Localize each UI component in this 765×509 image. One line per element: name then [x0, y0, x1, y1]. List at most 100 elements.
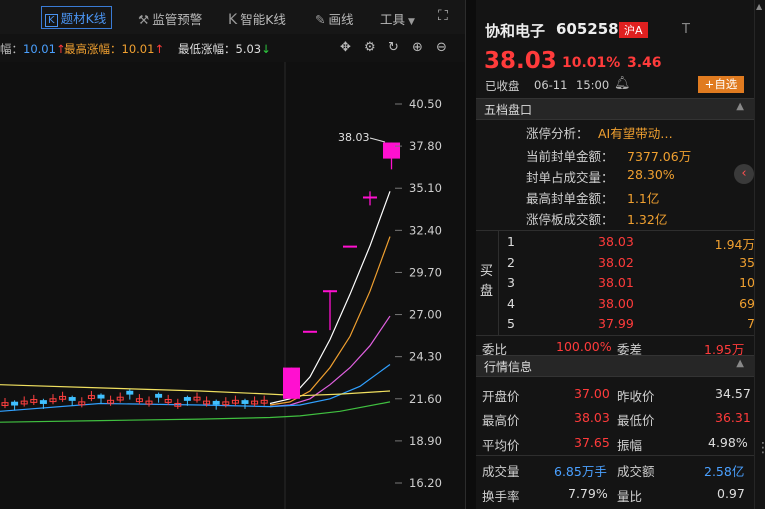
move-icon[interactable]: ✥: [340, 40, 351, 55]
collapse-icon[interactable]: ▲: [736, 101, 744, 112]
kline-chart[interactable]: 40.50 37.80 35.10 32.40 29.70 27.00 24.30 21.60…: [0, 62, 465, 509]
stock-price: 38.03: [484, 48, 557, 74]
ma-line: [0, 364, 391, 412]
y-axis-ticks: 40.50 37.80 35.10 32.40 29.70 27.00 24.30 21.60…: [395, 97, 442, 490]
history-candle: [212, 400, 220, 405]
quote-date: 06-11: [534, 78, 568, 92]
y-tick-label: 35.10: [409, 181, 442, 195]
volume-ratio-value: 0.97: [717, 486, 745, 501]
y-tick-label: 40.50: [409, 97, 442, 111]
last-price-pointer: [369, 137, 386, 143]
history-candle: [126, 390, 134, 395]
hammer-icon: ⚒: [138, 12, 150, 27]
y-tick-label: 24.30: [409, 350, 442, 364]
seal-ratio-label: 封单占成交量：: [526, 170, 614, 185]
tools-menu[interactable]: 工具 ▼: [380, 9, 418, 28]
stat-lowest-label: 最低涨幅：: [178, 42, 236, 56]
k-icon: K: [45, 14, 58, 27]
stock-code: 605258: [556, 20, 619, 38]
bell-icon[interactable]: 🔔︎: [614, 76, 631, 91]
turnover-rate-label: 换手率: [482, 489, 520, 504]
history-candle: [241, 400, 249, 404]
open-value: 37.00: [574, 386, 610, 401]
buy-level: 2: [507, 254, 515, 270]
low-label: 最低价: [617, 413, 655, 428]
avg-label: 平均价: [482, 438, 520, 453]
y-tick-label: 18.90: [409, 434, 442, 448]
y-tick-label: 29.70: [409, 265, 442, 279]
add-watchlist-label: 自选: [714, 77, 738, 91]
candle-body: [323, 290, 337, 293]
add-watchlist-button[interactable]: +自选: [698, 76, 744, 93]
buy-side-label: 买盘: [480, 264, 494, 299]
buy-price: 38.00: [598, 295, 634, 311]
down-arrow-icon: ↓: [261, 42, 271, 56]
chart-toolbar: K 题材K线 ⚒ 监管预警 K 智能K线 ✎ 画线 工具 ▼ ⛶: [0, 0, 465, 35]
stat-lowest-value: 5.03: [235, 42, 262, 56]
avg-value: 37.65: [574, 435, 610, 450]
tools-label: 工具: [380, 12, 406, 27]
up-arrow-icon: ↑: [154, 42, 165, 56]
quote-panel: 协和电子 605258 沪A T 38.03 10.01% 3.46 已收盘 0…: [476, 0, 765, 509]
topic-kline-button[interactable]: K 题材K线: [41, 6, 113, 29]
weibi-value: 100.00%: [556, 339, 612, 354]
smart-kline-label: 智能K线: [240, 12, 286, 27]
y-tick-label: 32.40: [409, 223, 442, 237]
ma-lines: [0, 191, 391, 423]
seal-ratio-value: 28.30%: [627, 167, 675, 182]
topic-kline-label: 题材K线: [60, 11, 107, 26]
limit-turnover-value: 1.32亿: [627, 212, 668, 227]
candle-body: [363, 196, 377, 199]
buy-volume: 1.94万: [714, 237, 755, 252]
draw-line-button[interactable]: ✎ 画线: [315, 9, 354, 28]
collapse-icon[interactable]: ▲: [736, 358, 744, 369]
gear-icon[interactable]: ⚙: [364, 40, 376, 55]
candle-body: [303, 330, 317, 333]
collapse-left-icon[interactable]: ‹: [734, 164, 754, 184]
fullscreen-icon[interactable]: ⛶: [438, 8, 448, 24]
k-icon: K: [228, 12, 238, 28]
history-candle: [68, 397, 76, 401]
history-candle: [97, 394, 105, 399]
smart-kline-button[interactable]: K 智能K线: [228, 9, 286, 28]
prev-close-value: 34.57: [715, 386, 751, 401]
max-seal-label: 最高封单金额：: [526, 191, 614, 206]
limit-analysis-value[interactable]: AI有望带动…: [598, 123, 673, 142]
stat-highest-value: 10.01: [121, 42, 155, 56]
buy-price: 38.01: [598, 275, 634, 290]
separator: [476, 230, 754, 231]
buy-price: 38.03: [598, 234, 634, 249]
buy-level: 4: [507, 295, 515, 311]
stock-name: 协和电子: [485, 22, 546, 40]
y-tick-label: 27.00: [409, 308, 442, 322]
low-value: 36.31: [715, 410, 751, 425]
stat-highest-label: 最高涨幅：: [64, 42, 122, 56]
market-status: 已收盘: [485, 79, 520, 93]
monitor-alert-button[interactable]: ⚒ 监管预警: [138, 9, 202, 28]
buy-volume: 10: [739, 275, 755, 290]
zoom-in-icon[interactable]: ⊕: [412, 40, 423, 55]
stat-first-value: 10.01: [23, 42, 56, 56]
volume-value: 6.85万手: [554, 464, 607, 479]
history-candle: [183, 397, 191, 401]
caret-down-icon: ▼: [408, 17, 415, 27]
last-price-label: 38.03: [338, 131, 370, 144]
right-scrollbar[interactable]: ▲ ⋮: [754, 0, 765, 509]
stat-first: 幅：10.01↑: [0, 42, 66, 56]
refresh-icon[interactable]: ↻: [388, 40, 399, 55]
open-label: 开盘价: [482, 389, 520, 404]
scroll-up-icon[interactable]: ▲: [756, 2, 762, 11]
max-seal-value: 1.1亿: [627, 191, 660, 206]
quote-time: 15:00: [576, 78, 610, 92]
y-tick-label: 21.60: [409, 392, 442, 406]
market-info-header[interactable]: 行情信息 ▲: [476, 355, 754, 377]
stat-lowest: 最低涨幅：5.03↓: [178, 41, 271, 57]
zoom-out-icon[interactable]: ⊖: [436, 40, 447, 55]
prev-close-label: 昨收价: [617, 389, 655, 404]
orderbook-header[interactable]: 五档盘口 ▲: [476, 98, 754, 120]
t-badge: T: [682, 22, 690, 37]
buy-level: 3: [507, 275, 515, 290]
y-tick-label: 37.80: [409, 139, 442, 153]
scroll-grip-icon[interactable]: ⋮: [756, 440, 765, 456]
high-value: 38.03: [574, 410, 610, 425]
